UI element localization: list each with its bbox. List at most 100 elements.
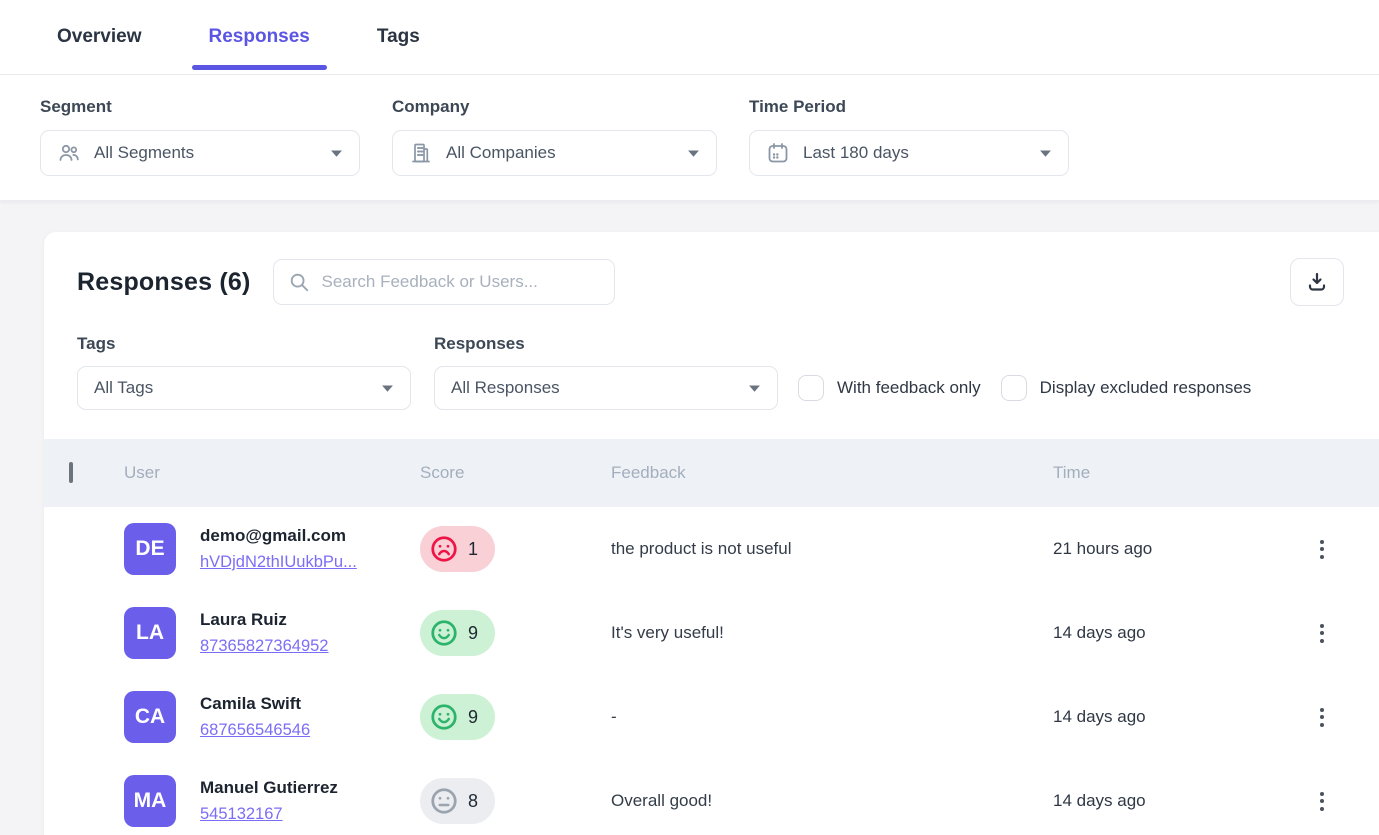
- tab-tags[interactable]: Tags: [360, 0, 437, 74]
- segment-filter-group: Segment All Segments: [40, 97, 360, 176]
- tags-dropdown[interactable]: All Tags: [77, 366, 411, 410]
- responses-table: User Score Feedback Time DE demo@gmail.c…: [44, 439, 1379, 835]
- time-period-filter-group: Time Period Last 180 days: [749, 97, 1069, 176]
- feedback-text: the product is not useful: [611, 539, 1053, 559]
- score-value: 9: [468, 623, 478, 644]
- table-row: MA Manuel Gutierrez 545132167 8 Overall …: [44, 759, 1379, 835]
- with-feedback-label: With feedback only: [837, 378, 981, 398]
- table-row: DE demo@gmail.com hVDjdN2thIUukbPu... 1 …: [44, 507, 1379, 591]
- score-value: 9: [468, 707, 478, 728]
- user-id-link[interactable]: 545132167: [200, 805, 283, 823]
- panel-header: Responses (6): [44, 232, 1379, 306]
- building-icon: [409, 141, 433, 165]
- select-all-checkbox[interactable]: [69, 462, 73, 483]
- users-icon: [57, 141, 81, 165]
- chevron-down-icon: [1039, 149, 1052, 158]
- search-box: [273, 259, 615, 305]
- tabs-bar: Overview Responses Tags: [0, 0, 1379, 75]
- table-row: LA Laura Ruiz 87365827364952 9 It's very…: [44, 591, 1379, 675]
- search-input[interactable]: [322, 272, 600, 292]
- tab-responses-label: Responses: [209, 26, 310, 48]
- responses-panel: Responses (6) Tags All Tags: [44, 232, 1379, 835]
- segment-value: All Segments: [94, 143, 317, 163]
- tabs-nav: Overview Responses Tags: [40, 0, 437, 74]
- company-filter-group: Company All Companies: [392, 97, 717, 176]
- download-button[interactable]: [1290, 258, 1344, 306]
- chevron-down-icon: [381, 384, 394, 393]
- user-name: demo@gmail.com: [200, 526, 357, 546]
- time-period-label: Time Period: [749, 97, 1069, 117]
- chevron-down-icon: [748, 384, 761, 393]
- segment-dropdown[interactable]: All Segments: [40, 130, 360, 176]
- avatar: MA: [124, 775, 176, 827]
- time-text: 14 days ago: [1053, 791, 1300, 811]
- row-menu-button[interactable]: [1308, 697, 1336, 737]
- time-text: 14 days ago: [1053, 707, 1300, 727]
- excluded-checkbox-group: Display excluded responses: [1001, 375, 1252, 401]
- responses-filter-group: Responses All Responses: [434, 334, 778, 410]
- column-header-feedback: Feedback: [611, 463, 1053, 483]
- score-badge: 9: [420, 694, 495, 740]
- global-filters: Segment All Segments Company: [0, 75, 1379, 201]
- download-icon: [1305, 270, 1329, 294]
- user-id-link[interactable]: hVDjdN2thIUukbPu...: [200, 553, 357, 571]
- tags-label: Tags: [77, 334, 411, 354]
- responses-dropdown[interactable]: All Responses: [434, 366, 778, 410]
- active-tab-underline: [192, 65, 327, 70]
- with-feedback-checkbox[interactable]: [798, 375, 824, 401]
- table-header: User Score Feedback Time: [44, 439, 1379, 507]
- time-text: 14 days ago: [1053, 623, 1300, 643]
- tags-value: All Tags: [94, 378, 368, 398]
- company-dropdown[interactable]: All Companies: [392, 130, 717, 176]
- feedback-text: -: [611, 707, 1053, 727]
- column-header-time: Time: [1053, 463, 1300, 483]
- time-text: 21 hours ago: [1053, 539, 1300, 559]
- display-excluded-label: Display excluded responses: [1040, 378, 1252, 398]
- row-menu-button[interactable]: [1308, 781, 1336, 821]
- calendar-icon: [766, 141, 790, 165]
- table-row: CA Camila Swift 687656546546 9 - 14 days…: [44, 675, 1379, 759]
- user-name: Laura Ruiz: [200, 610, 328, 630]
- responses-label: Responses: [434, 334, 778, 354]
- display-excluded-checkbox[interactable]: [1001, 375, 1027, 401]
- avatar: DE: [124, 523, 176, 575]
- score-badge: 8: [420, 778, 495, 824]
- tab-overview[interactable]: Overview: [40, 0, 159, 74]
- tags-filter-group: Tags All Tags: [77, 334, 411, 410]
- happy-face-icon: [429, 702, 459, 732]
- sad-face-icon: [429, 534, 459, 564]
- panel-title: Responses (6): [77, 268, 251, 297]
- tab-overview-label: Overview: [57, 26, 142, 48]
- chevron-down-icon: [687, 149, 700, 158]
- column-header-user: User: [124, 463, 420, 483]
- user-name: Camila Swift: [200, 694, 310, 714]
- time-period-dropdown[interactable]: Last 180 days: [749, 130, 1069, 176]
- company-label: Company: [392, 97, 717, 117]
- feedback-text: It's very useful!: [611, 623, 1053, 643]
- feedback-text: Overall good!: [611, 791, 1053, 811]
- score-badge: 1: [420, 526, 495, 572]
- panel-filters: Tags All Tags Responses All Responses Wi…: [44, 306, 1379, 410]
- responses-value: All Responses: [451, 378, 735, 398]
- time-period-value: Last 180 days: [803, 143, 1026, 163]
- user-name: Manuel Gutierrez: [200, 778, 338, 798]
- neutral-face-icon: [429, 786, 459, 816]
- user-id-link[interactable]: 87365827364952: [200, 637, 328, 655]
- chevron-down-icon: [330, 149, 343, 158]
- user-id-link[interactable]: 687656546546: [200, 721, 310, 739]
- row-menu-button[interactable]: [1308, 529, 1336, 569]
- avatar: CA: [124, 691, 176, 743]
- tab-responses[interactable]: Responses: [192, 0, 327, 74]
- row-menu-button[interactable]: [1308, 613, 1336, 653]
- happy-face-icon: [429, 618, 459, 648]
- segment-label: Segment: [40, 97, 360, 117]
- column-header-score: Score: [420, 463, 611, 483]
- with-feedback-checkbox-group: With feedback only: [798, 375, 981, 401]
- search-icon: [288, 271, 310, 293]
- score-badge: 9: [420, 610, 495, 656]
- score-value: 8: [468, 791, 478, 812]
- score-value: 1: [468, 539, 478, 560]
- tab-tags-label: Tags: [377, 26, 420, 48]
- company-value: All Companies: [446, 143, 674, 163]
- avatar: LA: [124, 607, 176, 659]
